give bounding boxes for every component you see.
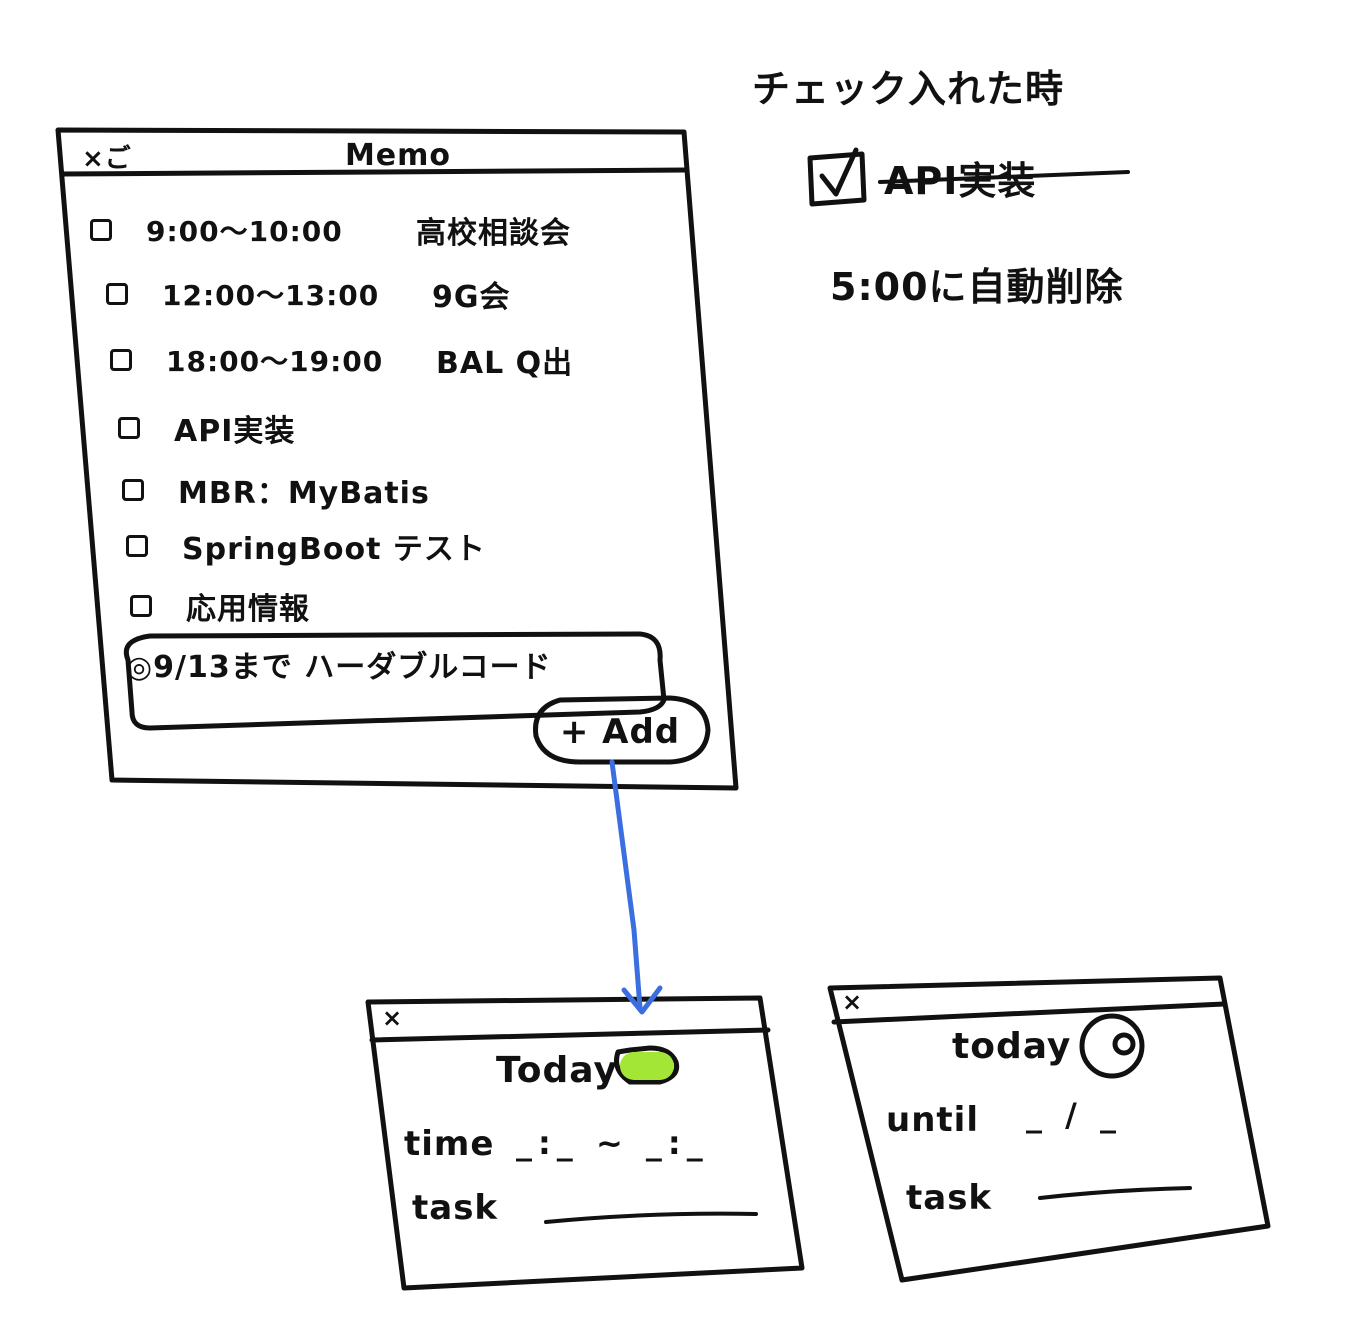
note-heading: チェック入れた時	[752, 67, 1065, 111]
memo-item-task: BAL Q出	[436, 346, 574, 381]
memo-item-time: 18:00〜19:00	[166, 345, 384, 378]
memo-item-task: 9G会	[432, 280, 511, 315]
today-until-title: today	[952, 1026, 1072, 1067]
memo-item-checkbox[interactable]	[130, 595, 152, 617]
checked-box-outline	[807, 151, 867, 207]
memo-item-task: 高校相談会	[416, 216, 571, 251]
time-label: time	[404, 1124, 495, 1164]
add-button[interactable]: + Add	[536, 702, 704, 762]
memo-item-task: MBR：MyBatis	[178, 476, 430, 511]
memo-item-time: 12:00〜13:00	[162, 279, 380, 312]
until-input[interactable]: _ / _	[1026, 1096, 1122, 1134]
memo-title: Memo	[344, 138, 452, 173]
memo-item-task: SpringBoot テスト	[182, 532, 486, 567]
today-toggle[interactable]	[620, 1052, 674, 1080]
memo-item-checkbox[interactable]	[126, 535, 148, 557]
task-label: task	[906, 1178, 993, 1218]
memo-item: API実装	[118, 408, 296, 449]
memo-item: 12:00〜13:00 9G会	[106, 274, 511, 315]
today-until-window: × today until _ / _ task	[830, 978, 1270, 1278]
memo-item-time: 9:00〜10:00	[146, 215, 343, 248]
memo-item: 18:00〜19:00 BAL Q出	[110, 340, 574, 381]
memo-item: MBR：MyBatis	[122, 470, 430, 511]
note-auto-delete: 5:00に自動削除	[830, 265, 1124, 309]
deadline-item[interactable]: ◎9/13まで ハーダブルコード	[126, 642, 552, 686]
memo-item-checkbox[interactable]	[110, 349, 132, 371]
close-icon[interactable]: ×	[842, 988, 863, 1016]
task-input[interactable]	[1038, 1174, 1190, 1204]
time-input[interactable]: _:_ ~ _:_	[516, 1124, 709, 1162]
memo-item-checkbox[interactable]	[90, 219, 112, 241]
note-checked-example: API実装	[884, 159, 1037, 203]
memo-item-checkbox[interactable]	[106, 283, 128, 305]
today-time-title: Today	[496, 1050, 618, 1091]
memo-item: 9:00〜10:00 高校相談会	[90, 210, 571, 251]
until-label: until	[886, 1100, 979, 1140]
close-icon[interactable]: ×	[382, 1004, 403, 1032]
flow-arrow	[609, 759, 643, 1011]
memo-window: ×ご Memo 9:00〜10:00 高校相談会 12:00〜13:00 9G会…	[60, 130, 736, 790]
task-input[interactable]	[544, 1198, 756, 1228]
memo-item-checkbox[interactable]	[118, 417, 140, 439]
today-radio[interactable]	[1082, 1016, 1142, 1076]
today-time-window: × Today time _:_ ~ _:_ task	[368, 998, 808, 1298]
task-label: task	[412, 1188, 499, 1228]
memo-item-task: 応用情報	[186, 592, 310, 627]
memo-item: 応用情報	[130, 586, 310, 627]
memo-item-task: API実装	[174, 414, 296, 449]
memo-item: SpringBoot テスト	[126, 526, 486, 567]
memo-item-checkbox[interactable]	[122, 479, 144, 501]
